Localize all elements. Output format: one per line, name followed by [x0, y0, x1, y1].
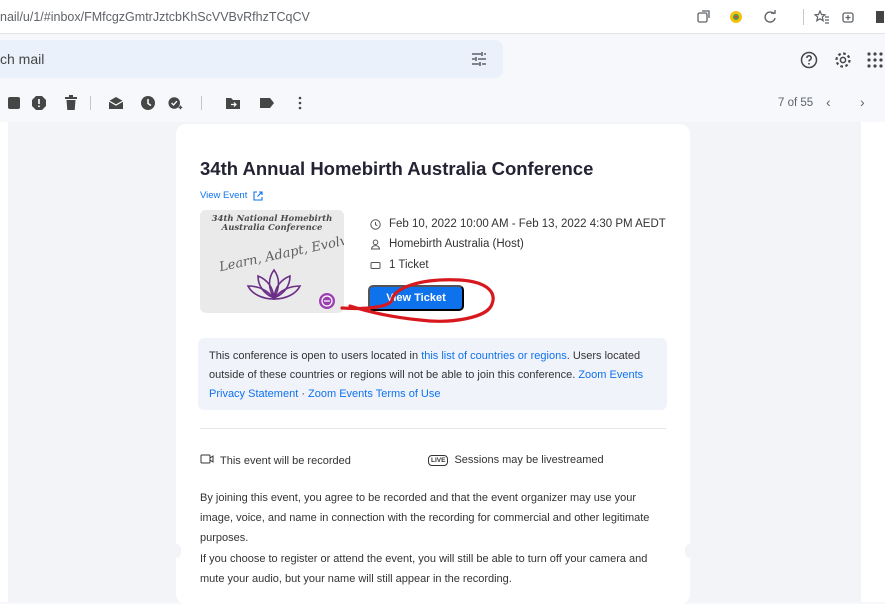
event-title: 34th Annual Homebirth Australia Conferen… [200, 158, 594, 179]
card-notch [685, 544, 695, 558]
event-date: Feb 10, 2022 10:00 AM - Feb 13, 2022 4:3… [370, 218, 666, 230]
collections-icon[interactable] [838, 7, 858, 27]
event-tickets: 1 Ticket [370, 258, 429, 272]
view-ticket-button[interactable]: View Ticket [368, 285, 464, 311]
settings-icon[interactable] [832, 49, 854, 71]
live-badge-icon: LIVE [428, 454, 449, 466]
event-host: Homebirth Australia (Host) [370, 238, 524, 250]
recording-consent-text: By joining this event, you agree to be r… [200, 492, 650, 544]
report-spam-icon[interactable] [31, 95, 47, 111]
event-host-text: Homebirth Australia (Host) [389, 238, 524, 250]
older-chevron-icon[interactable]: › [860, 94, 865, 110]
notice-box: This conference is open to users located… [198, 338, 667, 410]
recorded-text: This event will be recorded [220, 454, 351, 467]
livestream-text: Sessions may be livestreamed [454, 454, 604, 466]
tab-search-icon[interactable] [694, 7, 714, 27]
livestream-notice: LIVE Sessions may be livestreamed [428, 454, 604, 466]
event-date-text: Feb 10, 2022 10:00 AM - Feb 13, 2022 4:3… [389, 218, 666, 230]
extension-icon[interactable] [726, 7, 746, 27]
profile-icon[interactable] [870, 7, 885, 27]
search-input[interactable]: ch mail [0, 51, 44, 67]
mark-unread-icon[interactable] [108, 95, 124, 111]
notice-text-1: This conference is open to users located… [209, 350, 422, 362]
favorites-icon[interactable] [812, 7, 832, 27]
countries-link[interactable]: this list of countries or regions [421, 350, 567, 362]
address-separator [803, 9, 804, 25]
recording-icon [200, 454, 214, 467]
divider [200, 428, 666, 429]
pager-count: 7 of 55 [778, 97, 814, 109]
toolbar-separator [201, 96, 202, 110]
external-link-icon [253, 190, 263, 201]
reload-extension-icon[interactable] [760, 7, 780, 27]
view-event-link[interactable]: View Event [200, 190, 263, 201]
card-notch [171, 544, 181, 558]
help-icon[interactable] [798, 49, 820, 71]
terms-of-use-link[interactable]: Zoom Events Terms of Use [308, 388, 440, 400]
camera-info-text: If you choose to register or attend the … [200, 553, 648, 585]
apps-icon[interactable] [864, 49, 885, 71]
url-text[interactable]: nail/u/1/#inbox/FMfcgzGmtrJztcbKhScVVBvR… [0, 10, 310, 24]
thumbnail-line2: Australia Conference [221, 223, 323, 233]
lotus-icon [246, 268, 302, 300]
move-to-icon[interactable] [225, 95, 241, 111]
person-icon [370, 239, 381, 250]
event-thumbnail[interactable]: 34th National Homebirth Australia Confer… [200, 210, 344, 313]
search-bar[interactable]: ch mail [0, 40, 503, 78]
newer-chevron-icon[interactable]: ‹ [826, 94, 831, 110]
archive-icon[interactable] [6, 95, 22, 111]
message-toolbar: 7 of 55 ‹ › [0, 88, 885, 118]
browser-address-bar: nail/u/1/#inbox/FMfcgzGmtrJztcbKhScVVBvR… [0, 0, 885, 34]
zoom-events-badge-icon [319, 293, 335, 309]
label-icon[interactable] [259, 95, 275, 111]
notice-separator: · [298, 388, 309, 400]
clock-icon [370, 218, 381, 230]
toolbar-separator [90, 96, 91, 110]
add-to-tasks-icon[interactable] [168, 95, 184, 111]
ticket-icon [370, 260, 381, 271]
event-tickets-text: 1 Ticket [389, 259, 429, 271]
more-icon[interactable] [292, 95, 308, 111]
search-options-icon[interactable] [469, 49, 489, 69]
snooze-icon[interactable] [140, 95, 156, 111]
recorded-notice: This event will be recorded [200, 454, 351, 467]
view-event-label: View Event [200, 190, 248, 201]
delete-icon[interactable] [63, 95, 79, 111]
